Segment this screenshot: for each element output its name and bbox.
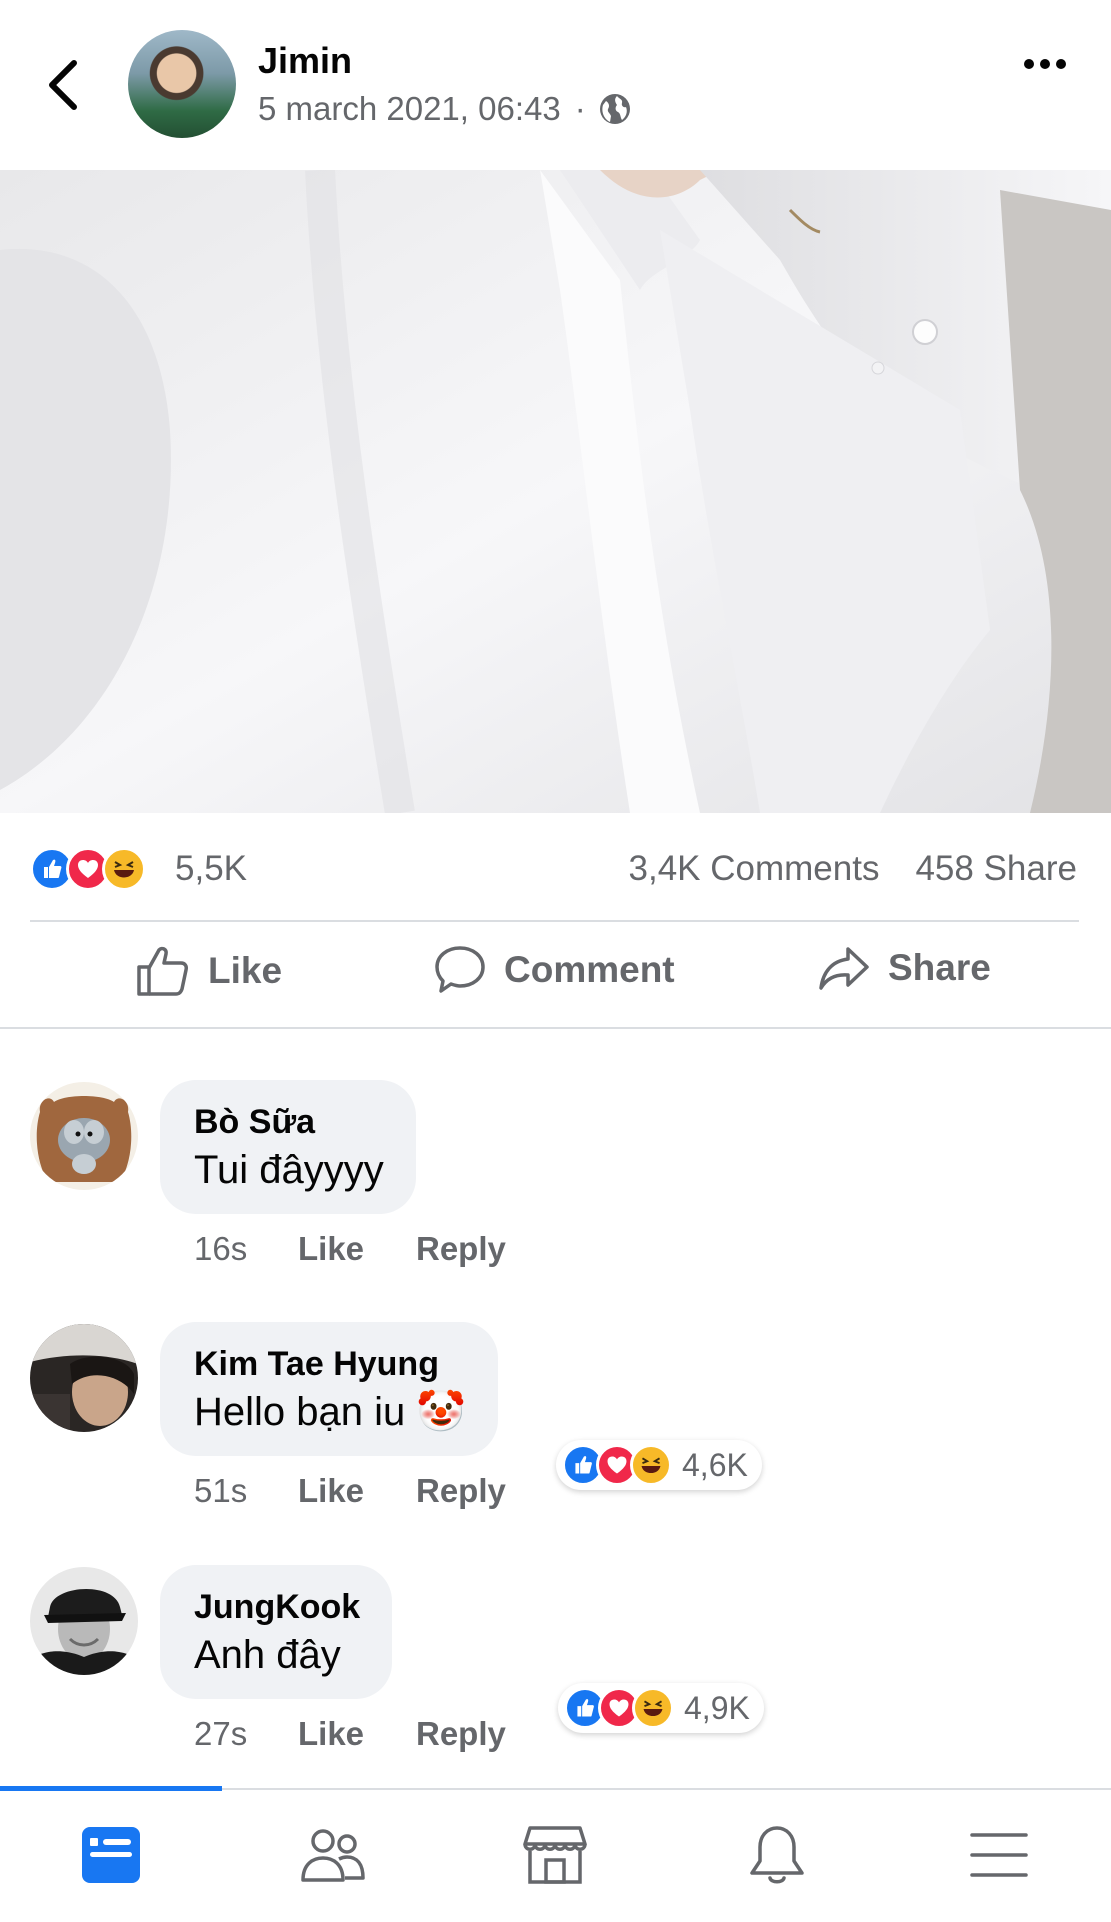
nav-friends[interactable] <box>222 1810 444 1900</box>
divider <box>30 920 1079 922</box>
post-actions: Like Comment Share <box>0 925 1111 1025</box>
post-meta: 5 march 2021, 06:43 · <box>258 90 632 128</box>
marketplace-icon <box>523 1826 587 1884</box>
nav-menu[interactable] <box>888 1810 1110 1900</box>
comment-reply-button[interactable]: Reply <box>416 1472 506 1510</box>
comment-time: 51s <box>194 1472 248 1509</box>
reactions-summary[interactable]: 5,5K 3,4K Comments 458 Share <box>0 835 1111 905</box>
commenter-name[interactable]: JungKook <box>194 1585 360 1629</box>
hamburger-menu-icon <box>970 1833 1028 1877</box>
reaction-icons <box>30 847 146 891</box>
comment-meta: 27s Like Reply <box>194 1715 506 1753</box>
comment-time: 16s <box>194 1230 248 1267</box>
comment-bubble-icon <box>435 946 485 993</box>
globe-icon <box>599 94 630 124</box>
comment-meta: 51s Like Reply <box>194 1472 506 1510</box>
comment-reaction-count: 4,9K <box>684 1689 750 1726</box>
share-arrow-icon <box>819 947 869 990</box>
post-stats: 3,4K Comments 458 Share <box>629 849 1077 889</box>
commenter-avatar[interactable] <box>30 1567 138 1675</box>
comment-text: Hello bạn iu 🤡 <box>194 1390 467 1434</box>
comment-bubble[interactable]: JungKook Anh đây <box>160 1565 393 1699</box>
comment-time: 27s <box>194 1715 248 1752</box>
more-options-button[interactable] <box>1015 44 1075 84</box>
comment-bubble[interactable]: Bò Sữa Tui đâyyyy <box>160 1080 416 1214</box>
comment-reaction-count: 4,6K <box>682 1446 748 1483</box>
comment-meta: 16s Like Reply <box>194 1230 506 1268</box>
like-label: Like <box>208 950 283 991</box>
haha-reaction-icon <box>630 1444 672 1486</box>
commenter-name[interactable]: Bò Sữa <box>194 1100 384 1144</box>
commenter-avatar[interactable] <box>30 1082 138 1190</box>
shirt-photo <box>0 170 1111 813</box>
nav-marketplace[interactable] <box>444 1810 666 1900</box>
back-button[interactable] <box>38 55 88 115</box>
photo-avatar-image <box>30 1567 138 1675</box>
comment-reactions[interactable]: 4,9K <box>558 1683 764 1733</box>
commenter-name[interactable]: Kim Tae Hyung <box>194 1342 466 1386</box>
nav-active-indicator <box>0 1786 222 1791</box>
comment-button[interactable]: Comment <box>434 945 675 995</box>
post-photo[interactable] <box>0 170 1111 813</box>
author-name[interactable]: Jimin <box>258 40 352 82</box>
shares-count[interactable]: 458 Share <box>915 849 1077 889</box>
like-button[interactable]: Like <box>136 945 282 997</box>
comment-like-button[interactable]: Like <box>298 1715 416 1753</box>
post-date[interactable]: 5 march 2021, 06:43 <box>258 90 561 128</box>
haha-reaction-icon <box>632 1687 674 1729</box>
nav-notifications[interactable] <box>666 1810 888 1900</box>
comment-label: Comment <box>504 949 675 990</box>
more-dots-icon <box>1024 59 1066 69</box>
comment-like-button[interactable]: Like <box>298 1472 416 1510</box>
comment-reply-button[interactable]: Reply <box>416 1715 506 1753</box>
comments-count[interactable]: 3,4K Comments <box>629 849 880 889</box>
post-header: Jimin 5 march 2021, 06:43 · <box>0 0 1111 170</box>
reaction-count[interactable]: 5,5K <box>175 849 247 889</box>
thumbs-up-icon <box>137 946 188 996</box>
comment-reply-button[interactable]: Reply <box>416 1230 506 1268</box>
comment-text: Tui đâyyyy <box>194 1148 384 1192</box>
share-button[interactable]: Share <box>818 945 991 991</box>
bell-icon <box>750 1826 804 1884</box>
friends-icon <box>301 1829 365 1882</box>
divider <box>0 1027 1111 1029</box>
nav-news-feed[interactable] <box>0 1810 222 1900</box>
chevron-left-icon <box>49 60 77 110</box>
haha-reaction-icon <box>102 847 146 891</box>
comment-reactions[interactable]: 4,6K <box>556 1440 762 1490</box>
meta-separator: · <box>574 90 586 127</box>
news-feed-icon <box>82 1827 140 1883</box>
share-label: Share <box>888 947 991 988</box>
comment-bubble[interactable]: Kim Tae Hyung Hello bạn iu 🤡 <box>160 1322 499 1456</box>
comment-text: Anh đây <box>194 1633 341 1677</box>
photo-avatar-image <box>30 1324 138 1432</box>
bottom-nav <box>0 1786 1111 1922</box>
commenter-avatar[interactable] <box>30 1324 138 1432</box>
bear-avatar-image <box>30 1082 138 1190</box>
comment-like-button[interactable]: Like <box>298 1230 416 1268</box>
author-avatar[interactable] <box>128 30 236 138</box>
